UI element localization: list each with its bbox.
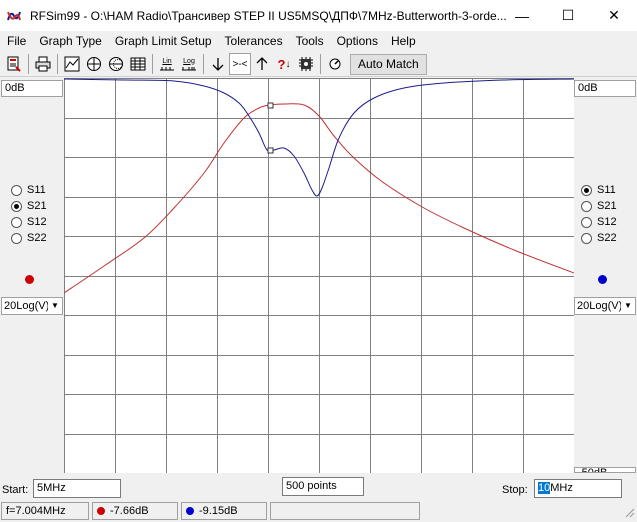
radio-label: S22 (27, 232, 47, 244)
radio-label: S12 (27, 216, 47, 228)
radio-circle (581, 232, 592, 244)
right-radio-s12[interactable]: S12 (581, 214, 617, 230)
menu-tools[interactable]: Tools (289, 34, 330, 48)
log-scale-button[interactable]: Log (178, 53, 200, 75)
lin-label: Lin (162, 57, 172, 65)
select-value: 20Log(V) (577, 300, 623, 312)
left-param-group: S11 S21 S12 S22 (11, 182, 47, 246)
radio-label: S21 (27, 200, 47, 212)
start-frequency-input[interactable]: 5MHz (33, 479, 121, 498)
radio-circle-selected (11, 200, 22, 212)
maximize-button[interactable]: ☐ (545, 0, 591, 31)
right-param-group: S11 S21 S12 S22 (581, 182, 617, 246)
left-panel: 0dB S11 S21 S12 S22 20Log(V) ▼ (0, 78, 64, 473)
print-icon[interactable] (32, 53, 54, 75)
toolbar: Lin Log >-< ? ↓ Auto Match (0, 52, 637, 77)
table-icon[interactable] (127, 53, 149, 75)
arrow-up-icon[interactable] (251, 53, 273, 75)
start-label: Start: (2, 484, 29, 496)
lin-scale-button[interactable]: Lin (156, 53, 178, 75)
select-value: 20Log(V) (4, 300, 50, 312)
menu-help[interactable]: Help (384, 34, 422, 48)
status-s21-value: -7.66dB (110, 505, 149, 517)
window-title: RFSim99 - O:\HAM Radio\Трансивер STEP II… (30, 8, 507, 23)
right-radio-s21[interactable]: S21 (581, 198, 617, 214)
component-icon[interactable] (295, 53, 317, 75)
polar-chart-icon[interactable] (83, 53, 105, 75)
points-input[interactable]: 500 points (282, 477, 364, 496)
close-button[interactable]: ✕ (591, 0, 637, 31)
right-radio-s22[interactable]: S22 (581, 230, 617, 246)
chevron-down-icon: ▼ (48, 298, 62, 314)
menu-bar: File Graph Type Graph Limit Setup Tolera… (0, 31, 637, 51)
status-s11: -9.15dB (181, 502, 267, 520)
menu-graph-type[interactable]: Graph Type (32, 34, 107, 48)
s11-marker (267, 147, 274, 154)
stop-frequency-value: 10MHz (538, 482, 573, 494)
left-radio-s22[interactable]: S22 (11, 230, 47, 246)
right-radio-s11[interactable]: S11 (581, 182, 617, 198)
left-radio-s21[interactable]: S21 (11, 198, 47, 214)
radio-label: S12 (597, 216, 617, 228)
menu-options[interactable]: Options (330, 34, 384, 48)
right-bottom-db-label: -50dB (574, 467, 636, 473)
left-scale-select[interactable]: 20Log(V) ▼ (1, 297, 63, 315)
radio-label: S21 (597, 200, 617, 212)
radio-circle-selected (581, 184, 592, 196)
toolbar-separator (320, 54, 321, 74)
radio-circle (581, 200, 592, 212)
right-top-db-label: 0dB (574, 80, 636, 97)
frequency-range-row: Start: 5MHz 500 points Stop: 10MHz (0, 476, 637, 500)
radio-circle (11, 216, 22, 228)
left-top-db-label: 0dB (1, 80, 63, 97)
right-panel: 0dB S11 S21 S12 S22 20Log(V) ▼ -50dB (574, 78, 637, 473)
graph-area[interactable] (63, 78, 575, 474)
radio-label: S11 (597, 184, 616, 196)
left-radio-s11[interactable]: S11 (11, 182, 47, 198)
tune-icon[interactable] (324, 53, 346, 75)
app-icon (6, 8, 22, 24)
help-label: ? (277, 56, 286, 72)
rectangular-graph-icon[interactable] (61, 53, 83, 75)
toolbar-separator (203, 54, 204, 74)
chevron-down-icon: ▼ (621, 298, 635, 314)
status-bar: f=7.004MHz -7.66dB -9.15dB (0, 500, 637, 522)
right-scale-select[interactable]: 20Log(V) ▼ (574, 297, 636, 315)
radio-circle (11, 184, 22, 196)
left-radio-s12[interactable]: S12 (11, 214, 47, 230)
narrow-span-button[interactable]: >-< (229, 53, 251, 75)
status-frequency: f=7.004MHz (1, 502, 89, 520)
graph-grid (64, 78, 575, 474)
status-s11-value: -9.15dB (199, 505, 238, 517)
s21-marker-dot (25, 275, 34, 284)
toolbar-separator (28, 54, 29, 74)
toolbar-separator (57, 54, 58, 74)
auto-match-button[interactable]: Auto Match (350, 53, 427, 75)
stop-label: Stop: (502, 484, 528, 496)
radio-label: S11 (27, 184, 46, 196)
radio-circle (581, 216, 592, 228)
status-empty (270, 502, 420, 520)
title-bar: RFSim99 - O:\HAM Radio\Трансивер STEP II… (0, 0, 637, 31)
schematic-icon[interactable] (3, 53, 25, 75)
s21-marker (267, 102, 274, 109)
s21-dot-icon (97, 507, 105, 515)
s11-marker-dot (598, 275, 607, 284)
menu-file[interactable]: File (0, 34, 32, 48)
s11-dot-icon (186, 507, 194, 515)
arrow-down-icon[interactable] (207, 53, 229, 75)
toolbar-separator (152, 54, 153, 74)
smith-chart-icon[interactable] (105, 53, 127, 75)
log-label: Log (183, 57, 195, 65)
minimize-button[interactable]: — (499, 0, 545, 31)
radio-label: S22 (597, 232, 617, 244)
resize-grip-icon[interactable] (623, 506, 635, 518)
menu-graph-limit-setup[interactable]: Graph Limit Setup (108, 34, 218, 48)
graph-canvas (63, 78, 575, 474)
radio-circle (11, 232, 22, 244)
stop-frequency-input[interactable]: 10MHz (534, 479, 622, 498)
context-help-button[interactable]: ? ↓ (273, 53, 295, 75)
status-s21: -7.66dB (92, 502, 178, 520)
menu-tolerances[interactable]: Tolerances (218, 34, 289, 48)
